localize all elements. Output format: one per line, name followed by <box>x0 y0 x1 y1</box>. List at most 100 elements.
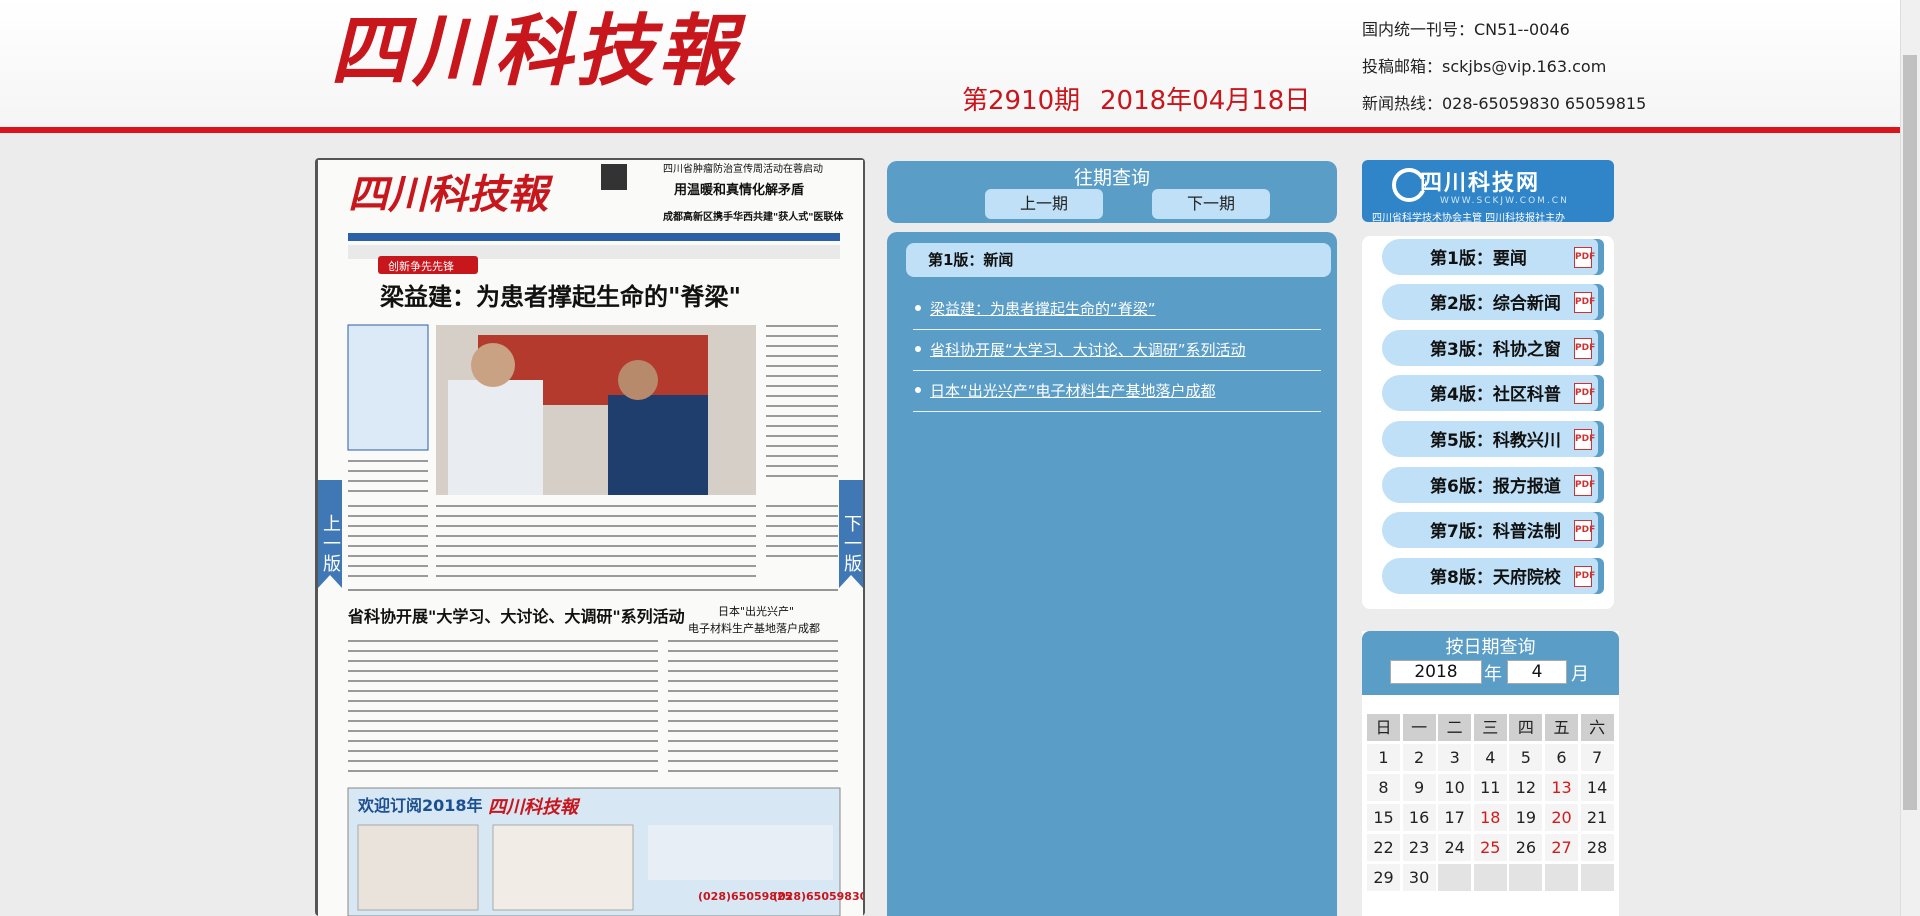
calendar-day[interactable]: 19 <box>1509 804 1543 831</box>
page-item-1[interactable]: 第1版：要闻 PDF <box>1382 239 1604 275</box>
bullet-icon <box>915 305 921 311</box>
prev-page-button[interactable]: 上一版 <box>318 480 342 588</box>
calendar-day[interactable]: 1 <box>1367 744 1400 771</box>
section-title: 第1版：新闻 <box>906 243 1331 277</box>
header-divider <box>0 127 1900 133</box>
weekday-header: 日 <box>1367 714 1400 741</box>
weekday-header: 四 <box>1509 714 1543 741</box>
calendar-day[interactable]: 7 <box>1580 744 1614 771</box>
calendar-day[interactable]: 4 <box>1473 744 1507 771</box>
paper-third-headline-1: 日本"出光兴产" <box>718 604 794 618</box>
month-input[interactable]: 4 <box>1507 660 1567 684</box>
calendar-day[interactable]: 25 <box>1473 834 1507 861</box>
calendar-day[interactable]: 29 <box>1367 864 1400 891</box>
paper-main-headline: 梁益建：为患者撑起生命的"脊梁" <box>379 282 741 311</box>
month-unit: 月 <box>1571 664 1589 685</box>
svg-text:四川省肿瘤防治宣传周活动在蓉启动: 四川省肿瘤防治宣传周活动在蓉启动 <box>663 162 823 175</box>
calendar-day[interactable]: 23 <box>1402 834 1436 861</box>
page-item-3[interactable]: 第3版：科协之窗 PDF <box>1382 330 1604 366</box>
ad-title: 欢迎订阅2018年 <box>357 796 483 815</box>
calendar-day[interactable]: 12 <box>1509 774 1543 801</box>
masthead-logo: 四川科技報 <box>330 8 747 96</box>
calendar-day[interactable]: 28 <box>1580 834 1614 861</box>
pdf-icon[interactable]: PDF <box>1574 520 1595 541</box>
calendar-day[interactable]: 10 <box>1438 774 1472 801</box>
calendar-empty-cell <box>1438 864 1472 891</box>
issue-date: 2018年04月18日 <box>1100 86 1311 116</box>
calendar-day[interactable]: 20 <box>1545 804 1578 831</box>
calendar-day[interactable]: 30 <box>1402 864 1436 891</box>
calendar-day[interactable]: 3 <box>1438 744 1472 771</box>
logo-subtitle: 四川省科学技术协会主管 四川科技报社主办 <box>1372 213 1566 224</box>
weekday-header: 三 <box>1473 714 1507 741</box>
weekday-header: 一 <box>1402 714 1436 741</box>
pdf-icon[interactable]: PDF <box>1574 338 1595 359</box>
email-text: 投稿邮箱：sckjbs@vip.163.com <box>1362 57 1607 76</box>
pdf-icon[interactable]: PDF <box>1574 566 1595 587</box>
paper-right-headline-1: 用温暖和真情化解矛盾 <box>673 182 804 198</box>
pdf-icon[interactable]: PDF <box>1574 292 1595 313</box>
issn-text: 国内统一刊号：CN51--0046 <box>1362 20 1570 39</box>
calendar-day[interactable]: 24 <box>1438 834 1472 861</box>
calendar-day[interactable]: 26 <box>1509 834 1543 861</box>
paper-third-headline-2: 电子材料生产基地落户成都 <box>688 621 820 635</box>
page-item-5[interactable]: 第5版：科教兴川 PDF <box>1382 421 1604 457</box>
year-input[interactable]: 2018 <box>1390 660 1482 684</box>
pdf-icon[interactable]: PDF <box>1574 247 1595 268</box>
calendar-day[interactable]: 14 <box>1580 774 1614 801</box>
calendar-day[interactable]: 13 <box>1545 774 1578 801</box>
page-item-4[interactable]: 第4版：社区科普 PDF <box>1382 375 1604 411</box>
weekday-header: 二 <box>1438 714 1472 741</box>
page-item-2[interactable]: 第2版：综合新闻 PDF <box>1382 284 1604 320</box>
qr-code <box>601 164 627 190</box>
logo-url: WWW.SCKJW.COM.CN <box>1440 196 1569 206</box>
ad-masthead: 四川科技報 <box>488 797 581 818</box>
calendar-day[interactable]: 9 <box>1402 774 1436 801</box>
paper-second-headline: 省科协开展"大学习、大讨论、大调研"系列活动 <box>347 607 685 626</box>
page-item-6[interactable]: 第6版：报方报道 PDF <box>1382 467 1604 503</box>
page-item-7[interactable]: 第7版：科普法制 PDF <box>1382 512 1604 548</box>
calendar-day[interactable]: 21 <box>1580 804 1614 831</box>
newspaper-page-image[interactable]: 四川科技報 四川省肿瘤防治宣传周活动在蓉启动 用温暖和真情化解矛盾 成都高新区携… <box>318 160 863 916</box>
calendar-day[interactable]: 2 <box>1402 744 1436 771</box>
calendar-empty-cell <box>1473 864 1507 891</box>
year-unit: 年 <box>1484 664 1502 685</box>
bullet-icon <box>915 387 921 393</box>
calendar-day[interactable]: 5 <box>1509 744 1543 771</box>
calendar-day[interactable]: 11 <box>1473 774 1507 801</box>
scrollbar-thumb[interactable] <box>1903 55 1917 810</box>
calendar-day[interactable]: 22 <box>1367 834 1400 861</box>
pdf-icon[interactable]: PDF <box>1574 429 1595 450</box>
pdf-icon[interactable]: PDF <box>1574 383 1595 404</box>
newspaper-page-svg: 四川科技報 四川省肿瘤防治宣传周活动在蓉启动 用温暖和真情化解矛盾 成都高新区携… <box>318 160 863 916</box>
calendar-empty-cell <box>1545 864 1578 891</box>
calendar-empty-cell <box>1509 864 1543 891</box>
article-link[interactable]: 梁益建：为患者撑起生命的“脊梁” <box>913 289 1321 330</box>
paper-tag: 创新争先先锋 <box>388 259 454 273</box>
calendar-day[interactable]: 17 <box>1438 804 1472 831</box>
issue-number: 第2910期 <box>962 86 1081 116</box>
calendar-day[interactable]: 18 <box>1473 804 1507 831</box>
logo-name: 四川科技网 <box>1420 171 1541 196</box>
article-link[interactable]: 省科协开展“大学习、大讨论、大调研”系列活动 <box>913 330 1321 371</box>
weekday-header: 五 <box>1545 714 1578 741</box>
calendar-day[interactable]: 27 <box>1545 834 1578 861</box>
date-query-title: 按日期查询 <box>1445 637 1536 658</box>
hotline-text: 新闻热线：028-65059830 65059815 <box>1362 94 1647 113</box>
paper-right-headline-2: 成都高新区携手华西共建"获人式"医联体 <box>663 210 844 223</box>
masthead-text: 四川科技報 <box>330 8 747 96</box>
calendar-empty-cell <box>1580 864 1614 891</box>
calendar-day[interactable]: 16 <box>1402 804 1436 831</box>
pdf-icon[interactable]: PDF <box>1574 475 1595 496</box>
paper-masthead: 四川科技報 <box>348 171 554 218</box>
next-issue-button[interactable]: 下一期 <box>1152 189 1270 219</box>
next-page-button[interactable]: 下一版 <box>839 480 863 588</box>
ad-phone-2: (028)65059830 <box>773 890 863 903</box>
weekday-header: 六 <box>1580 714 1614 741</box>
calendar-day[interactable]: 15 <box>1367 804 1400 831</box>
calendar-day[interactable]: 8 <box>1367 774 1400 801</box>
calendar-day[interactable]: 6 <box>1545 744 1578 771</box>
page-item-8[interactable]: 第8版：天府院校 PDF <box>1382 558 1604 594</box>
prev-issue-button[interactable]: 上一期 <box>985 189 1103 219</box>
article-link[interactable]: 日本“出光兴产”电子材料生产基地落户成都 <box>913 371 1321 412</box>
